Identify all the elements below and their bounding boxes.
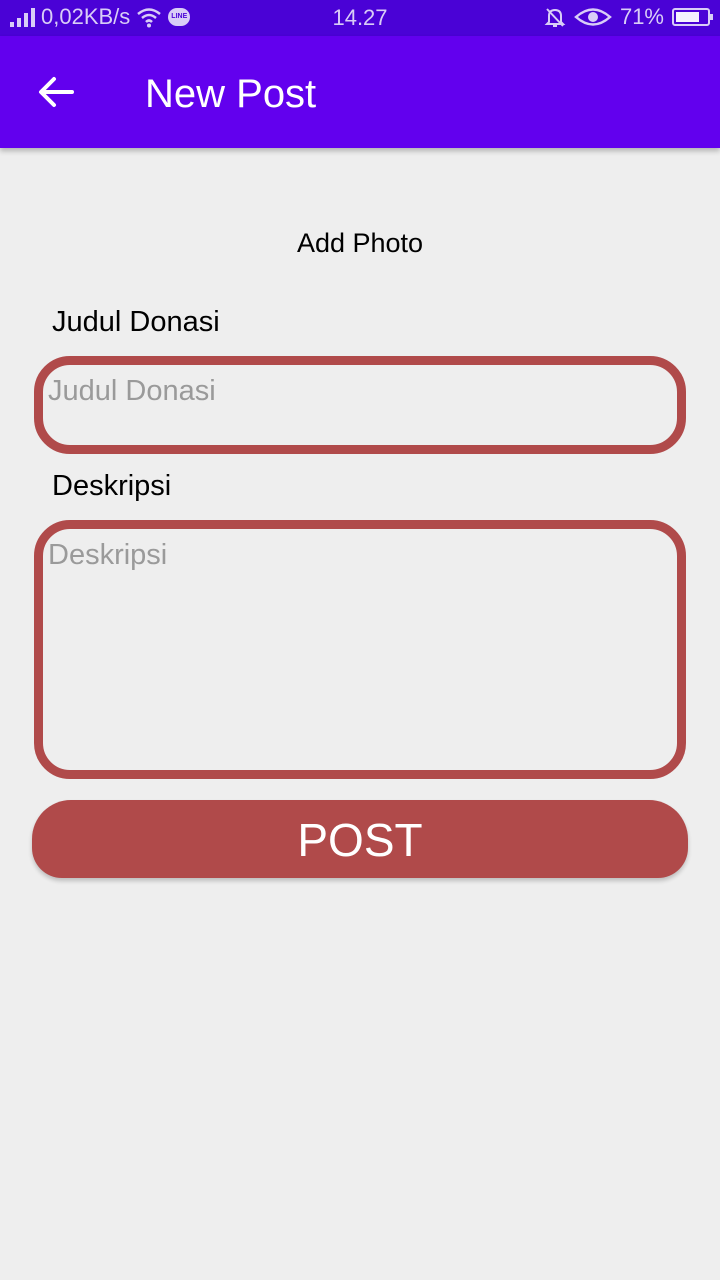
battery-percent: 71% (619, 4, 664, 29)
status-bar: 0,02KB/s LINE 14.27 71% (0, 0, 720, 36)
app-bar: New Post (0, 36, 720, 148)
page-title: New Post (145, 72, 317, 116)
description-label: Deskripsi (52, 470, 172, 502)
title-label: Judul Donasi (52, 306, 220, 338)
title-placeholder: Judul Donasi (48, 375, 216, 407)
description-input[interactable]: Deskripsi (34, 520, 686, 779)
description-placeholder: Deskripsi (48, 539, 168, 571)
mute-icon (544, 8, 566, 27)
back-button[interactable] (30, 66, 82, 118)
eye-icon (574, 8, 612, 26)
arrow-left-icon (39, 77, 74, 107)
battery-icon (672, 8, 713, 26)
title-input[interactable]: Judul Donasi (34, 356, 686, 454)
add-photo-button[interactable]: Add Photo (0, 228, 720, 259)
post-button[interactable]: POST (32, 800, 688, 878)
